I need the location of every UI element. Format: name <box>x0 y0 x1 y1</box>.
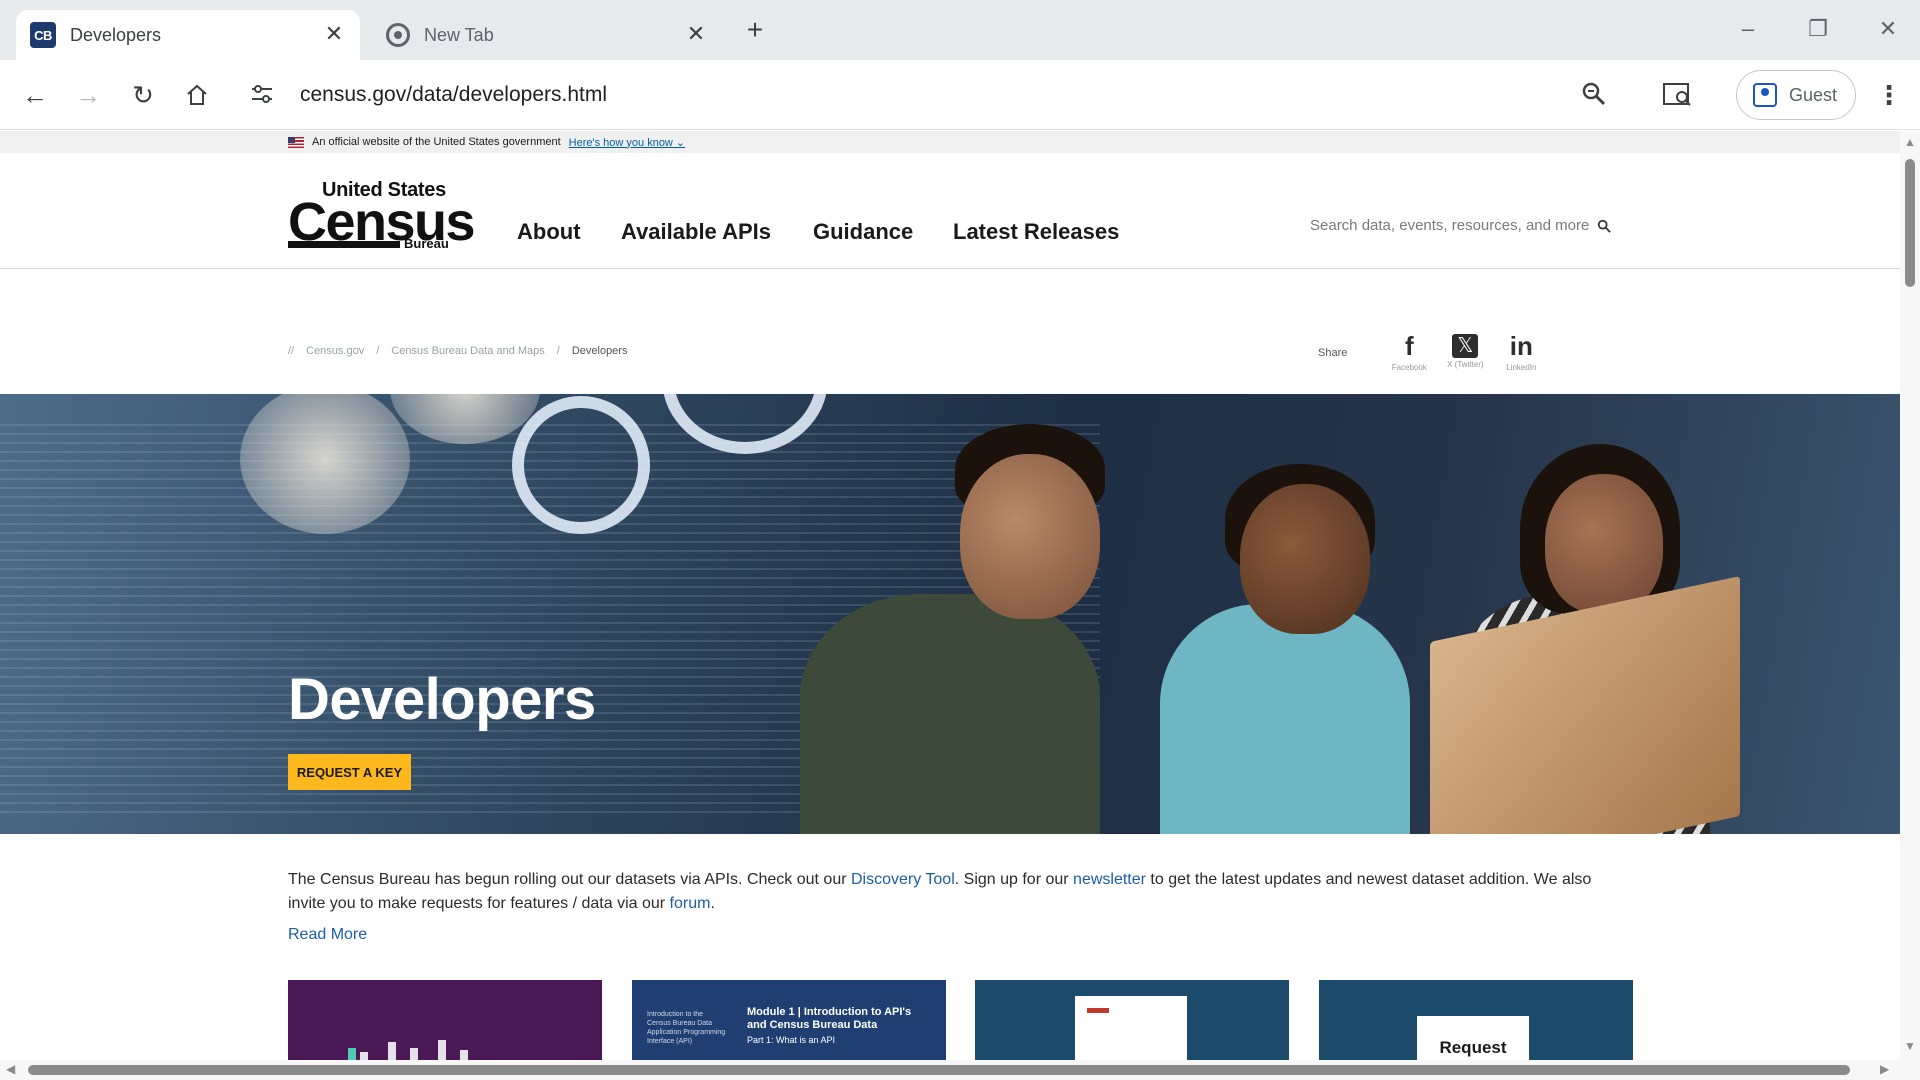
forum-link[interactable]: forum <box>670 895 711 912</box>
resource-card[interactable] <box>975 980 1289 1060</box>
site-search[interactable]: Search data, events, resources, and more <box>1310 217 1630 234</box>
hero-laptop <box>1430 576 1740 834</box>
census-favicon-icon: CB <box>30 22 56 48</box>
home-icon[interactable] <box>179 77 215 113</box>
chrome-icon <box>386 23 410 47</box>
gov-banner: An official website of the United States… <box>0 131 1900 153</box>
page-title: Developers <box>288 667 596 732</box>
nav-about[interactable]: About <box>517 219 581 245</box>
card-side-text: Introduction to the Census Bureau Data A… <box>647 1011 726 1045</box>
nav-guidance[interactable]: Guidance <box>813 219 913 245</box>
us-flag-icon <box>288 136 304 148</box>
breadcrumb-separator: / <box>556 345 560 357</box>
close-window-icon[interactable]: ✕ <box>1868 14 1908 44</box>
logo-line3: Bureau <box>404 236 449 251</box>
breadcrumb-home[interactable]: // <box>288 345 294 357</box>
new-tab-button[interactable]: + <box>740 16 770 46</box>
resource-card[interactable]: Request <box>1319 980 1633 1060</box>
address-bar[interactable]: census.gov/data/developers.html <box>240 72 1630 118</box>
intro-paragraph: The Census Bureau has begun rolling out … <box>288 868 1628 916</box>
facebook-label: Facebook <box>1391 363 1427 372</box>
search-placeholder: Search data, events, resources, and more <box>1310 217 1590 234</box>
breadcrumb-separator: / <box>376 345 380 357</box>
share-label: Share <box>1318 347 1348 359</box>
forward-icon[interactable]: → <box>70 77 106 113</box>
breadcrumb-item[interactable]: Census.gov <box>306 345 364 357</box>
share-bar: Share f Facebook 𝕏 X (Twitter) in Linked… <box>1318 331 1551 375</box>
reload-icon[interactable]: ↻ <box>125 77 161 113</box>
card-document-graphic <box>1075 996 1187 1060</box>
card-document-graphic: Request <box>1417 1016 1529 1060</box>
linkedin-icon: in <box>1509 331 1533 361</box>
tab-new-tab[interactable]: New Tab ✕ <box>372 10 722 60</box>
breadcrumb-current: Developers <box>571 345 628 357</box>
back-icon[interactable]: ← <box>17 77 53 113</box>
heres-how-you-know-link[interactable]: Here's how you know ⌄ <box>569 136 685 149</box>
intro-text: . Sign up for our <box>954 871 1074 888</box>
tab-developers[interactable]: CB Developers ✕ <box>16 10 360 60</box>
card-chart-graphic <box>348 1038 508 1060</box>
menu-icon[interactable]: ⋮ <box>1874 80 1904 110</box>
zoom-icon[interactable] <box>1580 80 1610 110</box>
logo-bar <box>288 241 400 248</box>
read-more-link[interactable]: Read More <box>288 926 367 944</box>
breadcrumb-item[interactable]: Census Bureau Data and Maps <box>391 345 544 357</box>
x-twitter-icon: 𝕏 <box>1452 334 1479 358</box>
scroll-down-icon[interactable]: ▼ <box>1903 1039 1917 1053</box>
vertical-scrollbar[interactable]: ▲ ▼ <box>1900 131 1920 1060</box>
site-header: United States Census Bureau About Availa… <box>0 153 1900 269</box>
share-linkedin[interactable]: in LinkedIn <box>1495 331 1547 372</box>
url-text: census.gov/data/developers.html <box>300 83 608 106</box>
card-subtitle: Part 1: What is an API <box>747 1035 836 1045</box>
minimize-icon[interactable]: – <box>1728 14 1768 44</box>
census-logo[interactable]: United States Census Bureau <box>288 179 476 252</box>
scroll-right-icon[interactable]: ▶ <box>1880 1062 1889 1076</box>
intro-text: . <box>710 895 715 912</box>
browser-toolbar: ← → ↻ census.gov/data/developers.html Gu… <box>0 60 1920 130</box>
card-label: Request <box>1439 1038 1507 1057</box>
scrollbar-thumb[interactable] <box>1905 159 1915 287</box>
breadcrumb: // Census.gov / Census Bureau Data and M… <box>288 345 627 357</box>
card-title: Module 1 | Introduction to API's and Cen… <box>747 1006 917 1047</box>
page-viewport: An official website of the United States… <box>0 131 1900 1060</box>
browser-tabstrip: CB Developers ✕ New Tab ✕ + – ❐ ✕ <box>0 0 1920 60</box>
resource-card[interactable] <box>288 980 602 1060</box>
facebook-icon: f <box>1405 331 1414 361</box>
discovery-tool-link[interactable]: Discovery Tool <box>851 871 955 888</box>
share-facebook[interactable]: f Facebook <box>1383 331 1435 372</box>
newsletter-link[interactable]: newsletter <box>1073 871 1146 888</box>
gov-banner-text: An official website of the United States… <box>312 136 561 148</box>
request-a-key-button[interactable]: REQUEST A KEY <box>288 754 411 790</box>
intro-text: The Census Bureau has begun rolling out … <box>288 871 851 888</box>
avatar-icon <box>1753 83 1777 107</box>
share-x-twitter[interactable]: 𝕏 X (Twitter) <box>1439 331 1491 369</box>
site-info-icon[interactable] <box>248 80 278 110</box>
resource-card[interactable]: Introduction to the Census Bureau Data A… <box>632 980 946 1060</box>
profile-label: Guest <box>1789 84 1838 105</box>
close-tab-icon[interactable]: ✕ <box>684 22 708 46</box>
reading-mode-icon[interactable] <box>1662 80 1692 110</box>
hero-banner: Developers REQUEST A KEY <box>0 394 1900 834</box>
nav-available-apis[interactable]: Available APIs <box>621 219 771 245</box>
close-tab-icon[interactable]: ✕ <box>322 22 346 46</box>
tab-title: Developers <box>70 24 162 45</box>
scrollbar-thumb[interactable] <box>28 1065 1850 1075</box>
hero-ring <box>512 396 650 534</box>
card-title-text: Module 1 | Introduction to API's and Cen… <box>747 1006 912 1031</box>
scroll-left-icon[interactable]: ◀ <box>6 1062 15 1076</box>
nav-latest-releases[interactable]: Latest Releases <box>953 219 1119 245</box>
search-icon[interactable] <box>1597 219 1612 233</box>
restore-icon[interactable]: ❐ <box>1798 14 1838 44</box>
x-twitter-label: X (Twitter) <box>1447 360 1484 369</box>
linkedin-label: LinkedIn <box>1506 363 1537 372</box>
scroll-up-icon[interactable]: ▲ <box>1903 135 1917 149</box>
horizontal-scrollbar[interactable]: ◀ ▶ <box>0 1060 1920 1080</box>
tab-title: New Tab <box>424 24 494 45</box>
profile-button[interactable]: Guest <box>1736 70 1856 120</box>
